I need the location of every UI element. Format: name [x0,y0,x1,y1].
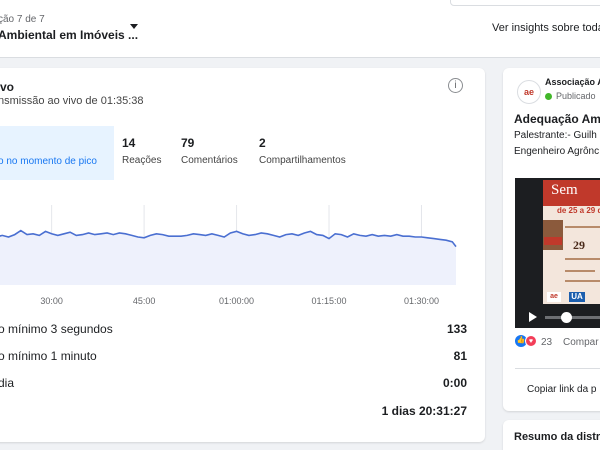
poster-logo: ae [547,292,561,302]
poster-date: de 25 a 29 d [557,206,600,215]
published-status-icon [545,93,552,100]
poster-text-line [565,270,595,272]
poster-heading: Sem [551,182,578,198]
metric-row-label-1min: o mínimo 1 minuto [0,349,97,363]
x-tick-label: 01:15:00 [311,296,346,306]
copy-link-button[interactable]: Copiar link da p [527,384,596,395]
poster-text-line [565,226,600,228]
metric-row-label-average: dia [0,376,15,390]
view-insights-link[interactable]: Ver insights sobre toda [492,22,600,34]
metric-row-value-average: 0:00 [442,376,467,390]
reactions-label: Reações [122,155,162,166]
reaction-count[interactable]: 23 [541,337,552,348]
total-watch-time: 1 dias 20:31:27 [381,404,467,418]
chevron-down-icon[interactable] [130,24,138,29]
viewers-area [0,230,456,285]
top-right-frame [450,0,600,6]
comments-label: Comentários [181,155,238,166]
card-title: vo [0,80,15,94]
video-selector-title[interactable]: Ambiental em Imóveis ... [0,28,138,42]
play-icon[interactable] [529,312,537,322]
video-player[interactable]: Sem de 25 a 29 d 29 ae UA [515,178,600,328]
summary-title: Resumo da distr [514,431,600,443]
love-icon: ♥ [525,335,537,347]
stream-duration-text: nsmissão ao vivo de 01:35:38 [0,95,144,107]
video-thumbnail: Sem de 25 a 29 d 29 ae UA [543,180,600,304]
video-progress-bar[interactable] [545,316,600,319]
reactions-count: 14 [122,136,136,150]
poster-badge [544,237,562,245]
poster-image [543,220,563,250]
video-position-label: ção 7 de 7 [0,14,45,25]
poster-text-line [565,280,600,282]
x-tick-label: 01:30:00 [404,296,439,306]
poster-text-line [565,258,600,260]
metric-row-value-3s: 133 [446,322,467,336]
post-title: Adequação Amb [514,112,600,126]
shares-label: Compartilhamentos [259,155,346,166]
viewers-chart: 30:00 45:00 01:00:00 01:15:00 01:30:00 [0,205,457,306]
x-tick-label: 30:00 [40,296,63,306]
x-tick-label: 01:00:00 [219,296,254,306]
post-text-line: Engenheiro Agrônc [514,146,600,157]
peak-metric-label: o no momento de pico [0,156,97,167]
metric-row-value-1min: 81 [453,349,467,363]
info-icon[interactable]: i [448,78,463,93]
metric-row-label-3s: o mínimo 3 segundos [0,322,113,336]
peak-metric-tab[interactable] [0,126,114,180]
poster-logo: UA [569,292,585,302]
post-text-line: Palestrante:- Guilh [514,130,597,141]
comments-count: 79 [181,136,195,150]
x-tick-label: 45:00 [133,296,156,306]
post-author[interactable]: Associação A [545,77,600,87]
post-preview-card: ae Associação A Publicado Adequação Amb … [503,68,600,411]
poster-number: 29 [573,238,585,252]
top-bar: ção 7 de 7 Ambiental em Imóveis ... Ver … [0,0,600,58]
shares-count: 2 [259,136,266,150]
distribution-summary-card: Resumo da distr [503,420,600,450]
divider [515,368,600,369]
post-status: Publicado [556,91,596,101]
share-button[interactable]: Compar [563,337,599,348]
avatar[interactable]: ae [517,80,541,104]
video-progress-handle[interactable] [561,312,572,323]
